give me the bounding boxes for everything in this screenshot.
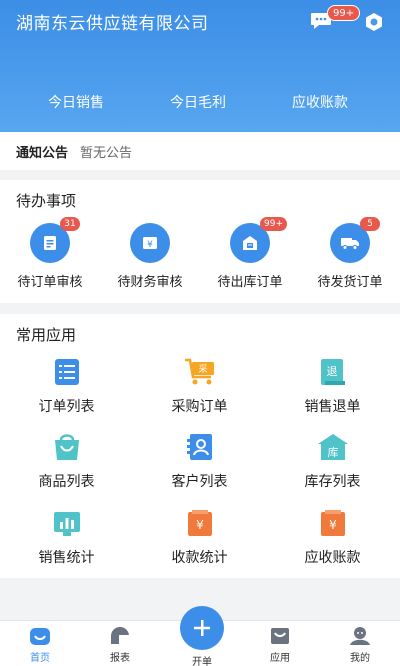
user-icon <box>350 627 370 645</box>
badge: 99+ <box>260 217 287 231</box>
today-sales[interactable]: 今日销售 <box>48 92 104 112</box>
app-label: 商品列表 <box>38 474 95 490</box>
receivables[interactable]: 应收账款 <box>292 92 348 112</box>
todo-label: 待发货订单 <box>317 275 383 290</box>
icon-text: ¥ <box>329 518 337 532</box>
app-sales-stats[interactable]: 销售统计 <box>0 507 133 567</box>
app-product-list[interactable]: 商品列表 <box>0 431 133 491</box>
svg-text:¥: ¥ <box>147 240 153 250</box>
icon-text: 采 <box>198 364 207 375</box>
today-profit[interactable]: 今日毛利 <box>170 92 226 112</box>
create-order-button[interactable] <box>180 606 224 650</box>
notice-title: 通知公告 <box>16 145 69 161</box>
app-label: 采购订单 <box>171 399 228 415</box>
todo-label: 待订单审核 <box>17 275 83 290</box>
badge: 5 <box>360 217 380 231</box>
todo-finance-review[interactable]: ¥ 待财务审核 <box>100 223 200 290</box>
warehouse-icon <box>243 236 257 250</box>
app-sales-return[interactable]: 退 销售退单 <box>266 356 399 416</box>
settings-icon[interactable] <box>364 12 384 32</box>
app-label: 应收账款 <box>304 550 361 566</box>
tab-label: 报表 <box>110 653 130 664</box>
tab-label: 我的 <box>350 653 370 664</box>
yen-receipt-icon: ¥ <box>320 510 345 536</box>
app-label: 销售退单 <box>304 399 361 415</box>
plus-icon <box>194 620 210 636</box>
badge: 31 <box>60 217 80 231</box>
app-label: 订单列表 <box>38 399 95 415</box>
tab-report[interactable]: 报表 <box>80 625 160 664</box>
cart-icon: 采 <box>184 358 214 385</box>
icon-text: 退 <box>326 365 337 378</box>
app-order-list[interactable]: 订单列表 <box>0 356 133 416</box>
tab-label: 应用 <box>270 653 290 664</box>
report-icon <box>111 627 129 644</box>
todo-order-review[interactable]: 31 待订单审核 <box>0 217 100 290</box>
truck-icon <box>341 238 359 250</box>
todo-label: 待出库订单 <box>217 275 283 290</box>
app-purchase-order[interactable]: 采 采购订单 <box>133 356 266 416</box>
app-label: 客户列表 <box>171 474 228 490</box>
yen-receipt-icon: ¥ <box>187 510 212 536</box>
app-inventory-list[interactable]: 库 库存列表 <box>266 431 399 491</box>
todo-label: 待财务审核 <box>117 275 183 290</box>
todo-outbound[interactable]: 99+ 待出库订单 <box>200 217 300 290</box>
todo-shipping[interactable]: 5 待发货订单 <box>300 217 400 290</box>
app-label: 库存列表 <box>304 474 361 490</box>
apps-title: 常用应用 <box>16 326 77 344</box>
todo-card: 待办事项 31 待订单审核 ¥ 待财务审核 99+ 待出库订单 5 待发货订单 <box>0 180 400 303</box>
notice-bar[interactable]: 通知公告 暂无公告 <box>0 132 400 170</box>
apps-bag-icon <box>271 628 289 644</box>
list-icon <box>54 359 79 385</box>
app-payment-stats[interactable]: ¥ 收款统计 <box>133 507 266 567</box>
apps-card: 常用应用 订单列表 采 采购订单 退 销售退单 商品列表 客户列表 库 库存列表… <box>0 314 400 578</box>
yen-box-icon: ¥ <box>143 237 157 250</box>
bag-icon <box>54 434 79 460</box>
create-order-label: 开单 <box>192 657 212 666</box>
contact-card-icon <box>186 434 212 460</box>
tab-mine[interactable]: 我的 <box>320 625 400 664</box>
app-receivables[interactable]: ¥ 应收账款 <box>266 507 399 567</box>
app-label: 销售统计 <box>38 550 95 566</box>
company-name: 湖南东云供应链有限公司 <box>16 14 209 34</box>
warehouse-icon: 库 <box>317 434 348 460</box>
icon-text: 库 <box>327 446 338 459</box>
tab-home[interactable]: 首页 <box>0 625 80 664</box>
tab-label: 首页 <box>30 653 50 664</box>
message-badge: 99+ <box>327 5 361 21</box>
app-label: 收款统计 <box>171 550 228 566</box>
home-icon <box>30 628 50 645</box>
document-icon <box>44 236 56 250</box>
header: 湖南东云供应链有限公司 99+ 今日销售 今日毛利 应收账款 <box>0 0 400 132</box>
icon-text: ¥ <box>196 518 204 532</box>
tab-apps[interactable]: 应用 <box>240 625 320 664</box>
bar-chart-icon <box>53 512 80 536</box>
todo-title: 待办事项 <box>16 192 77 210</box>
return-icon: 退 <box>320 359 345 385</box>
notice-text: 暂无公告 <box>80 145 133 161</box>
app-customer-list[interactable]: 客户列表 <box>133 431 266 491</box>
